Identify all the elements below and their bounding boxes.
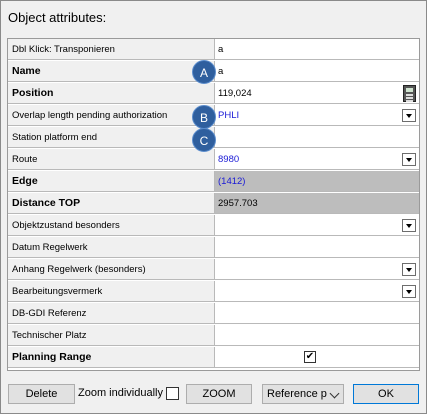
row-edge: Edge (1412) xyxy=(8,171,419,193)
dbl-klick-value[interactable]: a xyxy=(215,39,419,60)
name-field[interactable]: a xyxy=(215,61,419,82)
row-label: Dbl Klick: Transponieren xyxy=(8,39,215,60)
attribute-grid: Dbl Klick: Transponieren a Name a Positi… xyxy=(7,38,420,371)
ok-button[interactable]: OK xyxy=(353,384,419,404)
overlap-length-value: PHLI xyxy=(218,110,240,121)
anhang-regelwerk-select[interactable] xyxy=(215,259,419,280)
chevron-down-icon[interactable] xyxy=(402,285,416,298)
row-position: Position 119,024 xyxy=(8,83,419,105)
annotation-badge-b: B xyxy=(192,105,216,129)
row-label: Station platform end xyxy=(8,127,215,148)
delete-button[interactable]: Delete xyxy=(8,384,75,404)
row-label: Route xyxy=(8,149,215,170)
row-label: Planning Range xyxy=(8,347,215,368)
station-platform-end-field[interactable] xyxy=(215,127,419,148)
row-label: Name xyxy=(8,61,215,82)
object-attributes-window: Object attributes: Dbl Klick: Transponie… xyxy=(0,0,427,414)
row-route: Route 8980 xyxy=(8,149,419,171)
row-label: Position xyxy=(8,83,215,104)
bearbeitungsvermerk-select[interactable] xyxy=(215,281,419,302)
chevron-down-icon[interactable] xyxy=(402,219,416,232)
row-datum-regelwerk: Datum Regelwerk xyxy=(8,237,419,259)
row-bearbeitungsvermerk: Bearbeitungsvermerk xyxy=(8,281,419,303)
row-label: Technischer Platz xyxy=(8,325,215,346)
position-field[interactable]: 119,024 xyxy=(215,83,419,104)
chevron-down-icon[interactable] xyxy=(402,263,416,276)
row-technischer-platz: Technischer Platz xyxy=(8,325,419,347)
db-gdi-referenz-field[interactable] xyxy=(215,303,419,324)
calculator-icon[interactable] xyxy=(403,85,416,102)
planning-range-checkbox[interactable]: ✔ xyxy=(304,351,316,363)
row-label: Datum Regelwerk xyxy=(8,237,215,258)
planning-range-cell: ✔ xyxy=(215,347,419,368)
position-value: 119,024 xyxy=(218,88,252,99)
annotation-badge-a: A xyxy=(192,60,216,84)
overlap-length-select[interactable]: PHLI xyxy=(215,105,419,126)
row-objektzustand: Objektzustand besonders xyxy=(8,215,419,237)
annotation-badge-c: C xyxy=(192,128,216,152)
row-db-gdi-referenz: DB-GDI Referenz xyxy=(8,303,419,325)
zoom-button[interactable]: ZOOM xyxy=(186,384,252,404)
window-title: Object attributes: xyxy=(8,10,107,25)
row-label: Bearbeitungsvermerk xyxy=(8,281,215,302)
technischer-platz-field[interactable] xyxy=(215,325,419,346)
row-label: Objektzustand besonders xyxy=(8,215,215,236)
row-label: DB-GDI Referenz xyxy=(8,303,215,324)
row-label: Overlap length pending authorization xyxy=(8,105,215,126)
row-label: Distance TOP xyxy=(8,193,215,214)
zoom-individually-checkbox[interactable] xyxy=(166,387,179,400)
datum-regelwerk-field[interactable] xyxy=(215,237,419,258)
route-select[interactable]: 8980 xyxy=(215,149,419,170)
reference-label: Reference p xyxy=(267,388,327,400)
route-value: 8980 xyxy=(218,154,240,165)
edge-value: (1412) xyxy=(215,171,419,192)
reference-dropdown[interactable]: Reference p xyxy=(262,384,344,404)
row-planning-range: Planning Range ✔ xyxy=(8,347,419,369)
zoom-individually-label: Zoom individually xyxy=(78,387,163,399)
row-distance-top: Distance TOP 2957.703 xyxy=(8,193,419,215)
distance-top-value: 2957.703 xyxy=(215,193,419,214)
row-label: Anhang Regelwerk (besonders) xyxy=(8,259,215,280)
row-label: Edge xyxy=(8,171,215,192)
objektzustand-select[interactable] xyxy=(215,215,419,236)
row-anhang-regelwerk: Anhang Regelwerk (besonders) xyxy=(8,259,419,281)
chevron-down-icon[interactable] xyxy=(402,109,416,122)
chevron-down-icon[interactable] xyxy=(402,153,416,166)
row-dbl-klick: Dbl Klick: Transponieren a xyxy=(8,39,419,61)
chevron-down-icon xyxy=(329,388,340,399)
